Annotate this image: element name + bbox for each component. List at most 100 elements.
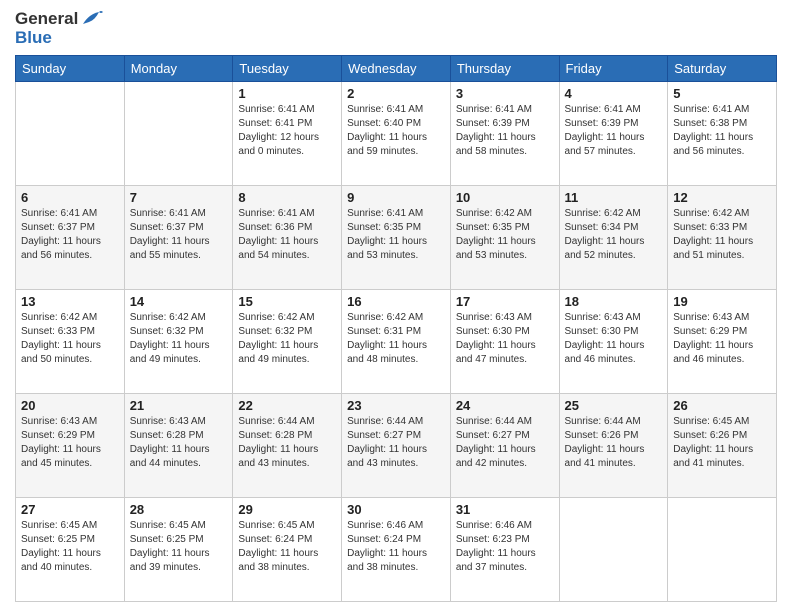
day-number: 12 bbox=[673, 190, 771, 205]
day-number: 17 bbox=[456, 294, 554, 309]
weekday-header-thursday: Thursday bbox=[450, 56, 559, 82]
day-info: Sunrise: 6:45 AM Sunset: 6:26 PM Dayligh… bbox=[673, 415, 771, 471]
day-number: 1 bbox=[238, 86, 336, 101]
day-info: Sunrise: 6:45 AM Sunset: 6:25 PM Dayligh… bbox=[130, 519, 228, 575]
day-number: 7 bbox=[130, 190, 228, 205]
day-info: Sunrise: 6:42 AM Sunset: 6:33 PM Dayligh… bbox=[21, 311, 119, 367]
calendar-cell: 6Sunrise: 6:41 AM Sunset: 6:37 PM Daylig… bbox=[16, 186, 125, 290]
weekday-header-tuesday: Tuesday bbox=[233, 56, 342, 82]
calendar-cell: 28 Sunrise: 6:45 AM Sunset: 6:25 PM Dayli… bbox=[124, 498, 233, 602]
day-info: Sunrise: 6:44 AM Sunset: 6:26 PM Dayligh… bbox=[565, 415, 663, 471]
calendar-cell: 30 Sunrise: 6:46 AM Sunset: 6:24 PM Dayli… bbox=[342, 498, 451, 602]
day-number: 13 bbox=[21, 294, 119, 309]
day-info: Sunrise: 6:45 AM Sunset: 6:25 PM Dayligh… bbox=[21, 519, 119, 575]
day-info: Sunrise: 6:46 AM Sunset: 6:23 PM Dayligh… bbox=[456, 519, 554, 575]
calendar-cell: 13 Sunrise: 6:42 AM Sunset: 6:33 PM Dayli… bbox=[16, 290, 125, 394]
day-info: Sunrise: 6:43 AM Sunset: 6:30 PM Dayligh… bbox=[565, 311, 663, 367]
calendar-cell: 7 Sunrise: 6:41 AM Sunset: 6:37 PM Daylig… bbox=[124, 186, 233, 290]
calendar-cell: 11Sunrise: 6:42 AM Sunset: 6:34 PM Dayli… bbox=[559, 186, 668, 290]
calendar-cell: 17 Sunrise: 6:43 AM Sunset: 6:30 PM Dayli… bbox=[450, 290, 559, 394]
day-number: 14 bbox=[130, 294, 228, 309]
day-number: 4 bbox=[565, 86, 663, 101]
calendar-cell: 16 Sunrise: 6:42 AM Sunset: 6:31 PM Dayli… bbox=[342, 290, 451, 394]
logo-general: General bbox=[15, 10, 78, 29]
calendar-cell: 19Sunrise: 6:43 AM Sunset: 6:29 PM Dayli… bbox=[668, 290, 777, 394]
calendar-cell bbox=[559, 498, 668, 602]
calendar-cell: 3 Sunrise: 6:41 AM Sunset: 6:39 PM Daylig… bbox=[450, 82, 559, 186]
calendar-cell: 14 Sunrise: 6:42 AM Sunset: 6:32 PM Dayli… bbox=[124, 290, 233, 394]
logo-container: General Blue bbox=[15, 10, 103, 47]
weekday-header-sunday: Sunday bbox=[16, 56, 125, 82]
calendar-cell bbox=[124, 82, 233, 186]
day-info: Sunrise: 6:42 AM Sunset: 6:32 PM Dayligh… bbox=[130, 311, 228, 367]
day-number: 27 bbox=[21, 502, 119, 517]
day-info: Sunrise: 6:43 AM Sunset: 6:29 PM Dayligh… bbox=[21, 415, 119, 471]
day-info: Sunrise: 6:41 AM Sunset: 6:35 PM Dayligh… bbox=[347, 207, 445, 263]
calendar-cell: 10 Sunrise: 6:42 AM Sunset: 6:35 PM Dayli… bbox=[450, 186, 559, 290]
calendar-cell: 9 Sunrise: 6:41 AM Sunset: 6:35 PM Daylig… bbox=[342, 186, 451, 290]
day-number: 18 bbox=[565, 294, 663, 309]
day-number: 21 bbox=[130, 398, 228, 413]
day-info: Sunrise: 6:42 AM Sunset: 6:33 PM Dayligh… bbox=[673, 207, 771, 263]
calendar-cell bbox=[668, 498, 777, 602]
week-row-1: 1 Sunrise: 6:41 AM Sunset: 6:41 PM Daylig… bbox=[16, 82, 777, 186]
calendar-cell: 24Sunrise: 6:44 AM Sunset: 6:27 PM Dayli… bbox=[450, 394, 559, 498]
day-number: 5 bbox=[673, 86, 771, 101]
weekday-header-friday: Friday bbox=[559, 56, 668, 82]
calendar-cell: 2 Sunrise: 6:41 AM Sunset: 6:40 PM Daylig… bbox=[342, 82, 451, 186]
day-number: 28 bbox=[130, 502, 228, 517]
calendar-cell: 22Sunrise: 6:44 AM Sunset: 6:28 PM Dayli… bbox=[233, 394, 342, 498]
weekday-header-row: SundayMondayTuesdayWednesdayThursdayFrid… bbox=[16, 56, 777, 82]
day-number: 29 bbox=[238, 502, 336, 517]
calendar-cell: 15Sunrise: 6:42 AM Sunset: 6:32 PM Dayli… bbox=[233, 290, 342, 394]
day-info: Sunrise: 6:41 AM Sunset: 6:39 PM Dayligh… bbox=[565, 103, 663, 159]
day-info: Sunrise: 6:43 AM Sunset: 6:30 PM Dayligh… bbox=[456, 311, 554, 367]
day-number: 11 bbox=[565, 190, 663, 205]
calendar-cell: 26Sunrise: 6:45 AM Sunset: 6:26 PM Dayli… bbox=[668, 394, 777, 498]
day-info: Sunrise: 6:41 AM Sunset: 6:41 PM Dayligh… bbox=[238, 103, 336, 159]
day-info: Sunrise: 6:44 AM Sunset: 6:27 PM Dayligh… bbox=[456, 415, 554, 471]
day-info: Sunrise: 6:43 AM Sunset: 6:29 PM Dayligh… bbox=[673, 311, 771, 367]
day-info: Sunrise: 6:44 AM Sunset: 6:27 PM Dayligh… bbox=[347, 415, 445, 471]
calendar-table: SundayMondayTuesdayWednesdayThursdayFrid… bbox=[15, 55, 777, 602]
day-number: 16 bbox=[347, 294, 445, 309]
weekday-header-wednesday: Wednesday bbox=[342, 56, 451, 82]
day-number: 20 bbox=[21, 398, 119, 413]
calendar-cell bbox=[16, 82, 125, 186]
day-info: Sunrise: 6:42 AM Sunset: 6:35 PM Dayligh… bbox=[456, 207, 554, 263]
day-number: 2 bbox=[347, 86, 445, 101]
calendar-cell: 12 Sunrise: 6:42 AM Sunset: 6:33 PM Dayli… bbox=[668, 186, 777, 290]
day-number: 8 bbox=[238, 190, 336, 205]
calendar-cell: 1 Sunrise: 6:41 AM Sunset: 6:41 PM Daylig… bbox=[233, 82, 342, 186]
day-info: Sunrise: 6:41 AM Sunset: 6:36 PM Dayligh… bbox=[238, 207, 336, 263]
week-row-4: 20 Sunrise: 6:43 AM Sunset: 6:29 PM Dayli… bbox=[16, 394, 777, 498]
weekday-header-saturday: Saturday bbox=[668, 56, 777, 82]
logo-blue: Blue bbox=[15, 29, 103, 48]
calendar-cell: 31 Sunrise: 6:46 AM Sunset: 6:23 PM Dayli… bbox=[450, 498, 559, 602]
day-info: Sunrise: 6:46 AM Sunset: 6:24 PM Dayligh… bbox=[347, 519, 445, 575]
calendar-cell: 18 Sunrise: 6:43 AM Sunset: 6:30 PM Dayli… bbox=[559, 290, 668, 394]
logo-bird-icon bbox=[81, 10, 103, 28]
calendar-cell: 20 Sunrise: 6:43 AM Sunset: 6:29 PM Dayli… bbox=[16, 394, 125, 498]
week-row-5: 27 Sunrise: 6:45 AM Sunset: 6:25 PM Dayli… bbox=[16, 498, 777, 602]
day-number: 9 bbox=[347, 190, 445, 205]
day-number: 3 bbox=[456, 86, 554, 101]
day-info: Sunrise: 6:42 AM Sunset: 6:31 PM Dayligh… bbox=[347, 311, 445, 367]
calendar-cell: 27 Sunrise: 6:45 AM Sunset: 6:25 PM Dayli… bbox=[16, 498, 125, 602]
day-info: Sunrise: 6:41 AM Sunset: 6:37 PM Dayligh… bbox=[130, 207, 228, 263]
day-info: Sunrise: 6:41 AM Sunset: 6:39 PM Dayligh… bbox=[456, 103, 554, 159]
day-info: Sunrise: 6:41 AM Sunset: 6:37 PM Dayligh… bbox=[21, 207, 119, 263]
week-row-2: 6Sunrise: 6:41 AM Sunset: 6:37 PM Daylig… bbox=[16, 186, 777, 290]
week-row-3: 13 Sunrise: 6:42 AM Sunset: 6:33 PM Dayli… bbox=[16, 290, 777, 394]
day-number: 30 bbox=[347, 502, 445, 517]
day-number: 15 bbox=[238, 294, 336, 309]
day-number: 10 bbox=[456, 190, 554, 205]
day-number: 22 bbox=[238, 398, 336, 413]
calendar-cell: 21 Sunrise: 6:43 AM Sunset: 6:28 PM Dayli… bbox=[124, 394, 233, 498]
day-info: Sunrise: 6:43 AM Sunset: 6:28 PM Dayligh… bbox=[130, 415, 228, 471]
day-number: 31 bbox=[456, 502, 554, 517]
day-number: 23 bbox=[347, 398, 445, 413]
day-number: 25 bbox=[565, 398, 663, 413]
calendar-cell: 23 Sunrise: 6:44 AM Sunset: 6:27 PM Dayli… bbox=[342, 394, 451, 498]
day-info: Sunrise: 6:41 AM Sunset: 6:40 PM Dayligh… bbox=[347, 103, 445, 159]
